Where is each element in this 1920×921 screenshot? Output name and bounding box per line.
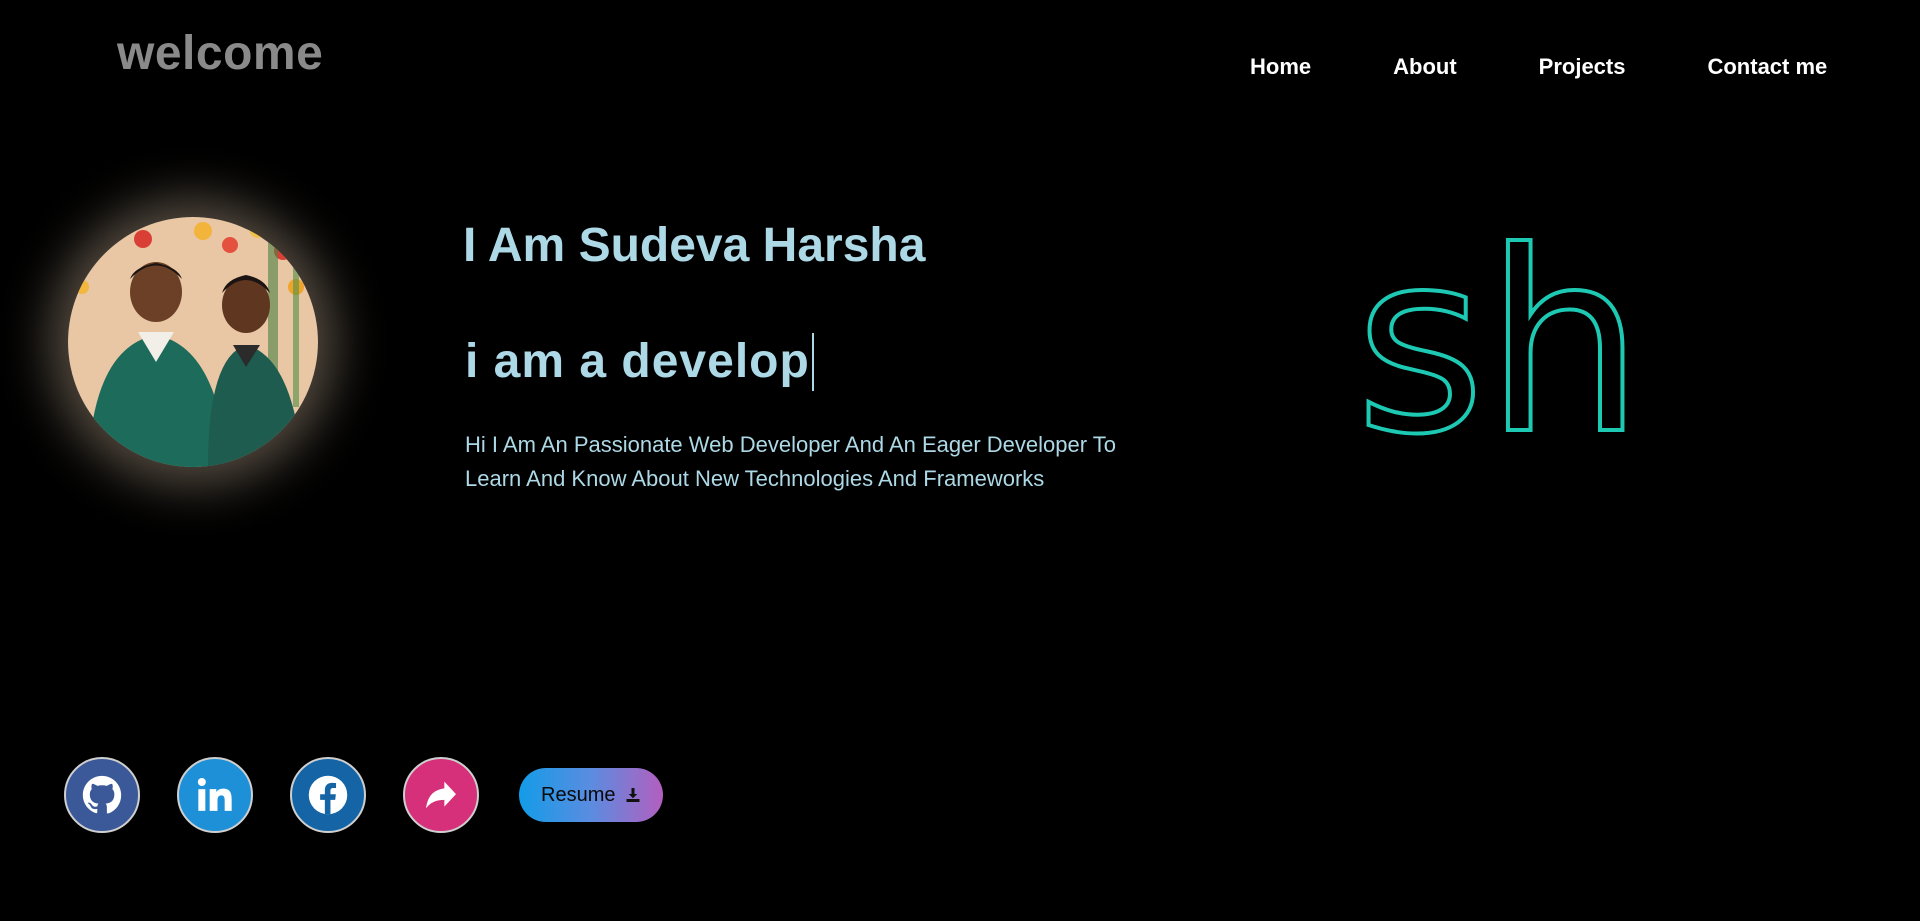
github-link[interactable] xyxy=(64,757,140,833)
nav-contact[interactable]: Contact me xyxy=(1707,54,1827,80)
sh-logo-text: sh xyxy=(1355,198,1644,450)
nav-projects[interactable]: Projects xyxy=(1539,54,1626,80)
facebook-link[interactable] xyxy=(290,757,366,833)
github-icon xyxy=(82,775,122,814)
share-icon xyxy=(426,781,456,809)
typing-text: i am a develop xyxy=(465,333,814,391)
facebook-icon xyxy=(308,775,348,815)
brand-logo[interactable]: welcome xyxy=(117,26,323,81)
social-links: Resume xyxy=(64,757,664,833)
linkedin-icon xyxy=(197,778,232,811)
linkedin-link[interactable] xyxy=(177,757,253,833)
nav-home[interactable]: Home xyxy=(1250,54,1311,80)
download-icon xyxy=(625,787,641,803)
resume-label: Resume xyxy=(541,783,616,806)
share-link[interactable] xyxy=(403,757,479,833)
sh-logo: sh xyxy=(1353,196,1646,450)
resume-button[interactable]: Resume xyxy=(519,768,664,822)
nav-about[interactable]: About xyxy=(1393,54,1457,80)
main-nav: Home About Projects Contact me xyxy=(1250,54,1827,80)
hero-description: Hi I Am An Passionate Web Developer And … xyxy=(465,432,1117,491)
profile-photo-image xyxy=(68,217,318,467)
portfolio-page: welcome Home About Projects Contact me I… xyxy=(0,0,1920,921)
hero-name: I Am Sudeva Harsha xyxy=(463,219,926,272)
profile-photo xyxy=(68,217,318,467)
